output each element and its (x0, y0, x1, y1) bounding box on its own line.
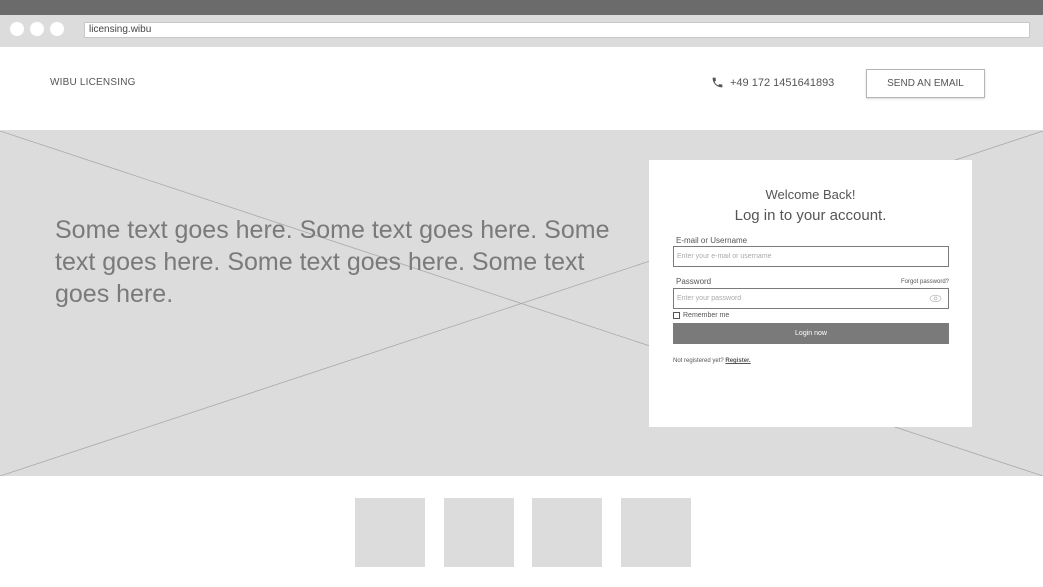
window-minimize-dot[interactable] (30, 22, 44, 36)
remember-me-checkbox[interactable] (673, 312, 680, 319)
password-input[interactable] (677, 289, 948, 308)
not-registered-text: Not registered yet? (673, 358, 724, 364)
phone-number: +49 172 1451641893 (730, 76, 835, 89)
site-header: WIBU LICENSING +49 172 1451641893 SEND A… (0, 47, 1043, 131)
hero-section: Some text goes here. Some text goes here… (0, 131, 1043, 476)
register-link[interactable]: Register. (725, 358, 750, 364)
browser-toolbar: licensing.wibu (0, 15, 1043, 47)
email-label: E-mail or Username (676, 236, 748, 245)
thumbnail-placeholder[interactable] (532, 498, 602, 567)
password-label: Password (676, 277, 712, 286)
phone-icon (712, 77, 723, 88)
window-maximize-dot[interactable] (50, 22, 64, 36)
login-button[interactable]: Login now (673, 323, 949, 344)
send-email-button[interactable]: SEND AN EMAIL (866, 69, 985, 98)
window-close-dot[interactable] (10, 22, 24, 36)
thumbnail-placeholder[interactable] (621, 498, 691, 567)
brand-logo-text[interactable]: WIBU LICENSING (50, 77, 136, 88)
login-title: Log in to your account. (734, 207, 887, 224)
password-field[interactable] (673, 288, 949, 309)
email-field[interactable] (673, 246, 949, 267)
register-prompt: Not registered yet? Register. (673, 358, 751, 364)
login-card: Welcome Back! Log in to your account. E-… (649, 160, 972, 427)
thumbnail-placeholder[interactable] (355, 498, 425, 567)
phone-contact[interactable]: +49 172 1451641893 (711, 76, 834, 89)
hero-text: Some text goes here. Some text goes here… (55, 216, 610, 308)
email-input[interactable] (677, 247, 948, 266)
welcome-heading: Welcome Back! (765, 187, 856, 202)
eye-icon[interactable] (929, 294, 942, 303)
address-bar[interactable]: licensing.wibu (84, 22, 1030, 38)
remember-me[interactable]: Remember me (673, 312, 729, 319)
remember-me-label: Remember me (683, 312, 730, 319)
thumbnail-placeholder[interactable] (444, 498, 514, 567)
forgot-password-link[interactable]: Forgot password? (901, 279, 949, 285)
window-top-strip (0, 0, 1043, 15)
